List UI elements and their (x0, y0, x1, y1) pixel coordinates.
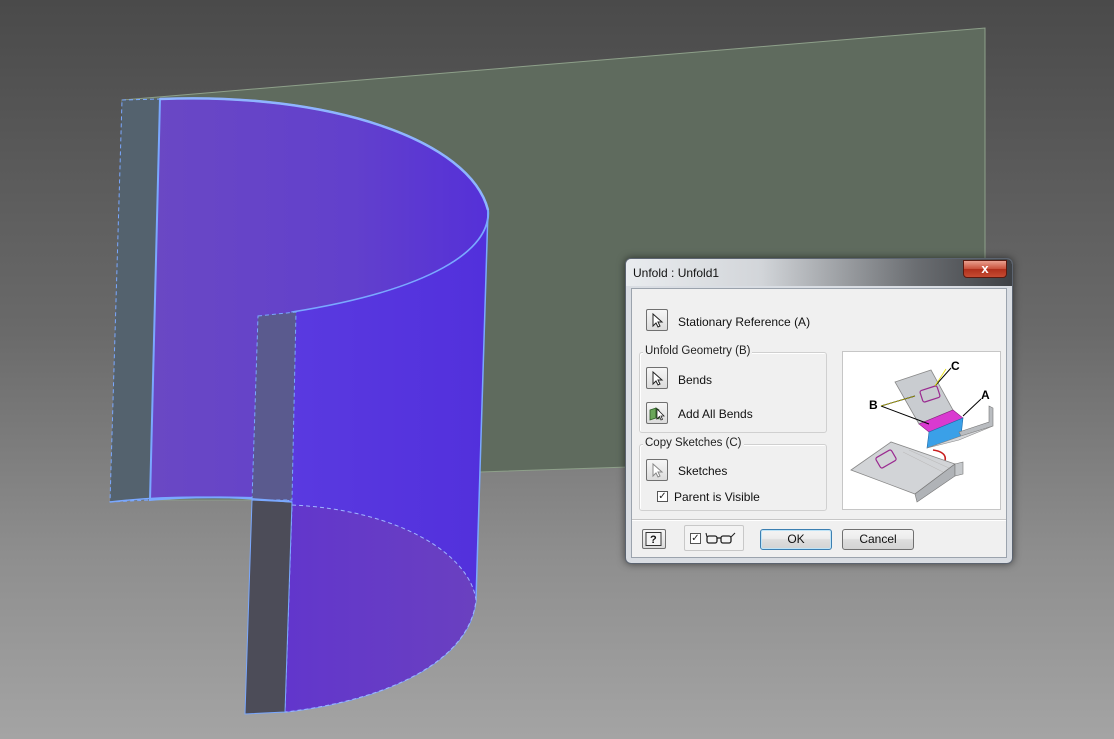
add-all-bends-button[interactable] (646, 402, 668, 424)
diagram-label-a: A (981, 388, 990, 402)
parent-is-visible-label: Parent is Visible (674, 490, 760, 504)
ok-button[interactable]: OK (760, 529, 832, 550)
cancel-button-label: Cancel (859, 532, 897, 546)
ok-button-label: OK (787, 532, 805, 546)
diagram-label-c: C (951, 359, 960, 373)
bends-select-button[interactable] (646, 367, 668, 389)
close-button[interactable]: x (963, 260, 1007, 278)
inner-thickness-upper (251, 311, 297, 501)
bends-label: Bends (678, 373, 713, 387)
arrow-cursor-icon (652, 312, 664, 328)
sketches-select-button[interactable] (646, 459, 668, 481)
sketches-label: Sketches (678, 464, 728, 478)
unfold-dialog: Unfold : Unfold1 x Stationary Reference … (625, 258, 1013, 564)
glasses-icon (705, 532, 736, 544)
inner-thickness-lower (244, 499, 293, 715)
footer-separator (632, 519, 1006, 521)
copy-sketches-group-title: Copy Sketches (C) (643, 437, 744, 449)
parent-is-visible-checkbox[interactable]: ✓ (657, 491, 668, 502)
add-all-bends-label: Add All Bends (678, 407, 753, 421)
svg-text:?: ? (650, 534, 657, 546)
dialog-body: Stationary Reference (A) Unfold Geometry… (631, 288, 1007, 558)
stationary-reference-label: Stationary Reference (A) (678, 315, 811, 329)
unfold-preview-image: C B A (842, 351, 1001, 510)
arrow-cursor-icon (652, 462, 664, 478)
stationary-reference-select-button[interactable] (646, 309, 668, 331)
close-icon: x (981, 261, 989, 276)
dialog-title: Unfold : Unfold1 (633, 266, 720, 280)
sheet-metal-unfold-diagram: C B A (850, 359, 994, 503)
add-all-bends-icon (649, 407, 665, 421)
arrow-cursor-icon (652, 370, 664, 386)
help-icon: ? (645, 532, 662, 546)
preview-checkbox[interactable]: ✓ (690, 533, 701, 544)
dialog-titlebar[interactable]: Unfold : Unfold1 x (626, 259, 1012, 286)
diagram-label-b: B (869, 398, 878, 412)
cancel-button[interactable]: Cancel (842, 529, 914, 550)
help-button[interactable]: ? (642, 529, 666, 549)
unfold-geometry-group-title: Unfold Geometry (B) (643, 345, 753, 357)
